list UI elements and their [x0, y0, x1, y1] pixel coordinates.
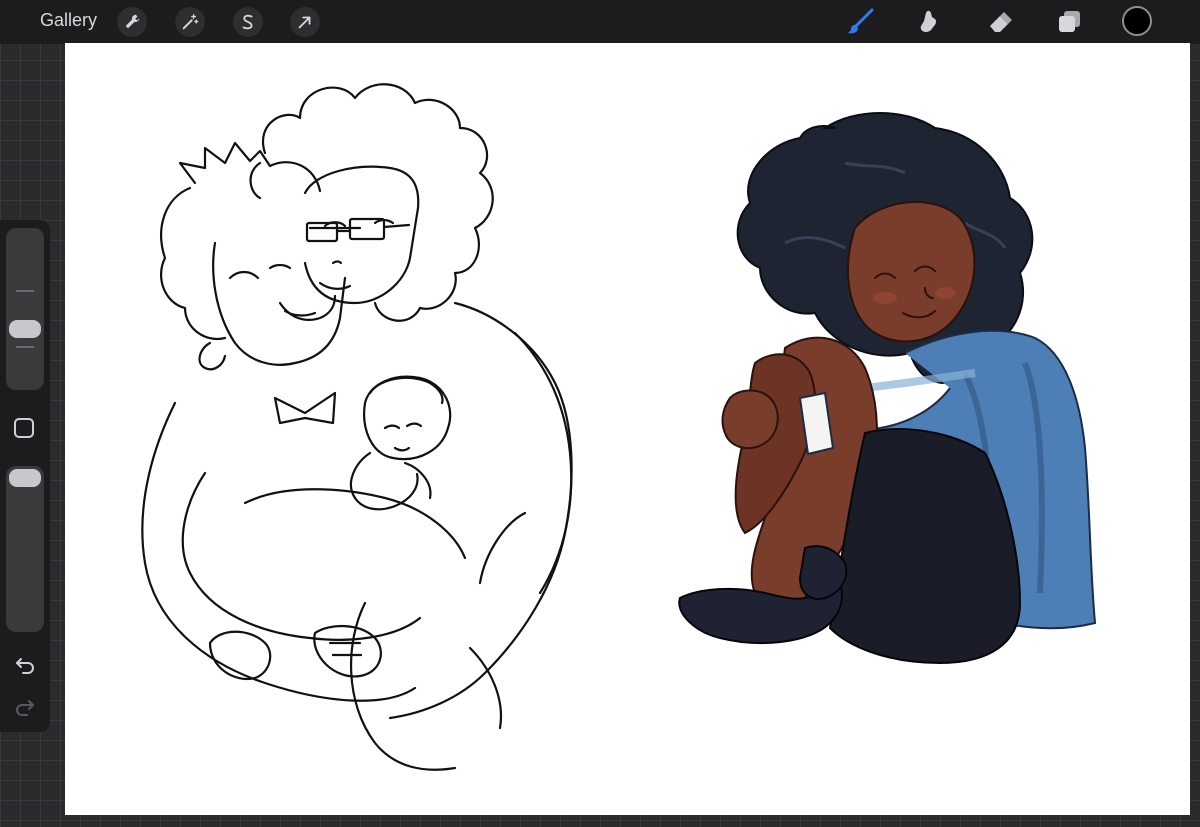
drawing-canvas[interactable] [65, 43, 1190, 815]
eraser-icon[interactable] [985, 7, 1015, 37]
slider-tick [16, 346, 34, 348]
wrench-icon[interactable] [117, 7, 147, 37]
smudge-icon[interactable] [913, 7, 943, 37]
magic-wand-icon[interactable] [175, 7, 205, 37]
opacity-slider[interactable] [6, 466, 44, 632]
top-toolbar: Gallery [0, 0, 1200, 44]
selection-s-icon[interactable] [233, 7, 263, 37]
left-sidebar [0, 220, 50, 732]
brush-size-slider[interactable] [6, 228, 44, 390]
color-swatch[interactable] [1122, 6, 1152, 36]
line-sketch-family-hug [141, 83, 573, 771]
undo-icon[interactable] [12, 652, 38, 678]
slider-thumb[interactable] [9, 469, 41, 487]
redo-icon[interactable] [12, 694, 38, 720]
brush-icon[interactable] [845, 7, 875, 37]
slider-tick [16, 290, 34, 292]
colored-figure-sitting [678, 112, 1097, 665]
gallery-button[interactable]: Gallery [40, 10, 97, 31]
transform-arrow-icon[interactable] [290, 7, 320, 37]
square-icon[interactable] [14, 418, 34, 438]
artwork [141, 83, 1097, 771]
slider-thumb[interactable] [9, 320, 41, 338]
layers-icon[interactable] [1054, 7, 1084, 37]
